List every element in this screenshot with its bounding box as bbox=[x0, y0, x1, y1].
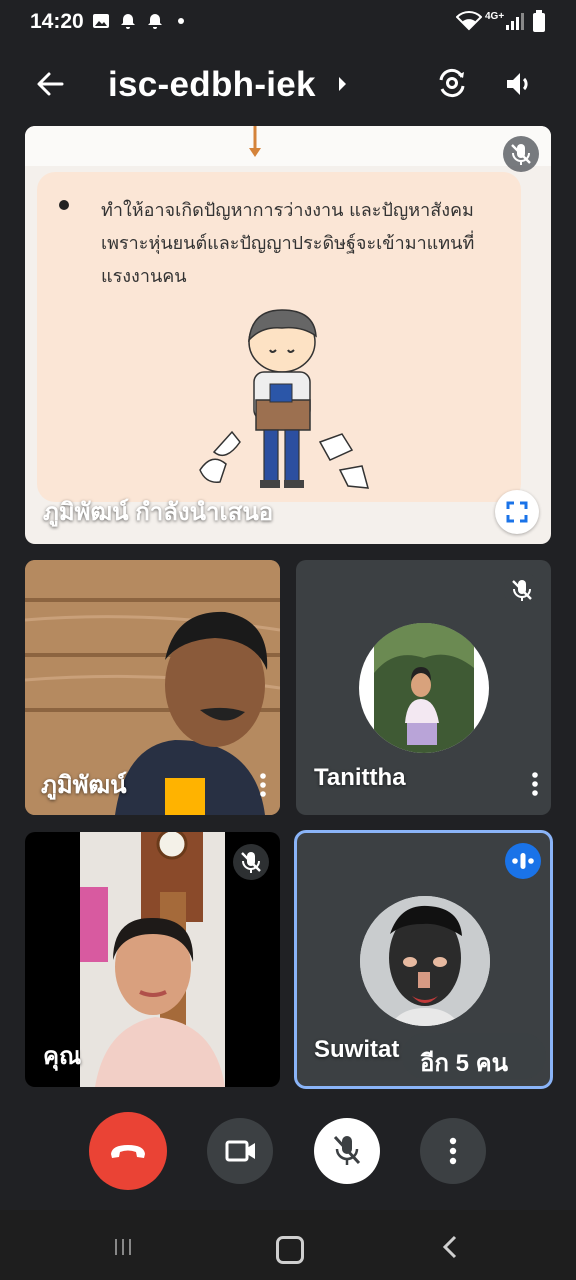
more-participants-pill[interactable]: อีก 5 คน bbox=[402, 1033, 546, 1079]
more-vert-icon bbox=[449, 1137, 457, 1165]
system-navigation-bar bbox=[0, 1210, 576, 1280]
end-call-button[interactable] bbox=[89, 1112, 167, 1190]
top-app-bar: isc-edbh-iek bbox=[0, 44, 576, 124]
more-participants-label: อีก 5 คน bbox=[420, 1050, 509, 1077]
mic-off-icon bbox=[504, 572, 540, 608]
participant-name: ภูมิพัฒน์ bbox=[41, 772, 127, 799]
fullscreen-button[interactable] bbox=[495, 490, 539, 534]
participant-name: Suwitat bbox=[314, 1036, 400, 1063]
battery-icon bbox=[533, 10, 545, 32]
fullscreen-icon bbox=[506, 501, 528, 523]
participant-tile[interactable]: ภูมิพัฒน์ bbox=[25, 560, 280, 815]
speaking-indicator bbox=[505, 843, 541, 879]
switch-camera-icon[interactable] bbox=[436, 67, 468, 99]
meeting-code[interactable]: isc-edbh-iek bbox=[108, 65, 316, 105]
participant-avatar bbox=[360, 896, 490, 1026]
slide-bullet-text: ทำให้อาจเกิดปัญหาการว่างงาน และปัญหาสังค… bbox=[101, 200, 475, 287]
slide-top-band bbox=[25, 126, 551, 166]
notification-bell-icon bbox=[148, 14, 162, 29]
back-nav-icon[interactable] bbox=[440, 1234, 460, 1260]
participant-tile[interactable]: Tanittha bbox=[296, 560, 551, 815]
status-bar: 14:20 4G+ bbox=[0, 0, 576, 44]
more-notifications-dot-icon bbox=[178, 18, 184, 24]
slide-arrow-icon bbox=[249, 126, 261, 157]
recent-apps-icon[interactable] bbox=[112, 1235, 138, 1259]
hang-up-icon bbox=[111, 1145, 145, 1158]
video-camera-icon bbox=[225, 1140, 255, 1162]
participant-name: Tanittha bbox=[314, 764, 406, 791]
presentation-tile[interactable]: ทำให้อาจเกิดปัญหาการว่างงาน และปัญหาสังค… bbox=[25, 126, 551, 544]
more-options-button[interactable] bbox=[420, 1118, 486, 1184]
slide-content-box: ทำให้อาจเกิดปัญหาการว่างงาน และปัญหาสังค… bbox=[37, 172, 521, 502]
mic-off-icon bbox=[233, 844, 269, 880]
participant-name: คุณ bbox=[43, 1043, 82, 1070]
signal-icon bbox=[506, 13, 524, 30]
speaker-audio-icon[interactable] bbox=[505, 70, 535, 98]
notification-bell-icon bbox=[121, 14, 135, 29]
audio-level-icon bbox=[512, 853, 534, 869]
more-options-icon[interactable] bbox=[525, 764, 545, 804]
mic-off-icon bbox=[503, 136, 539, 172]
home-icon[interactable] bbox=[276, 1236, 304, 1264]
meeting-details-chevron-icon[interactable] bbox=[337, 76, 349, 92]
mic-off-icon bbox=[333, 1135, 361, 1165]
gallery-notification-icon bbox=[93, 14, 109, 28]
presenter-label: ภูมิพัฒน์ กำลังนำเสนอ bbox=[43, 499, 274, 526]
status-time: 14:20 bbox=[30, 10, 84, 33]
participant-avatar bbox=[359, 623, 489, 753]
slide-bullet bbox=[59, 200, 69, 210]
wifi-icon bbox=[456, 11, 482, 31]
self-view-tile[interactable]: คุณ bbox=[25, 832, 280, 1087]
camera-toggle-button[interactable] bbox=[207, 1118, 273, 1184]
worker-illustration bbox=[199, 309, 370, 489]
more-options-icon[interactable] bbox=[253, 765, 273, 805]
network-type-label: 4G+ bbox=[485, 11, 505, 22]
mic-toggle-button[interactable] bbox=[314, 1118, 380, 1184]
active-speaker-tile[interactable]: Suwitat อีก 5 คน bbox=[294, 830, 553, 1089]
back-arrow-icon[interactable] bbox=[36, 70, 64, 98]
